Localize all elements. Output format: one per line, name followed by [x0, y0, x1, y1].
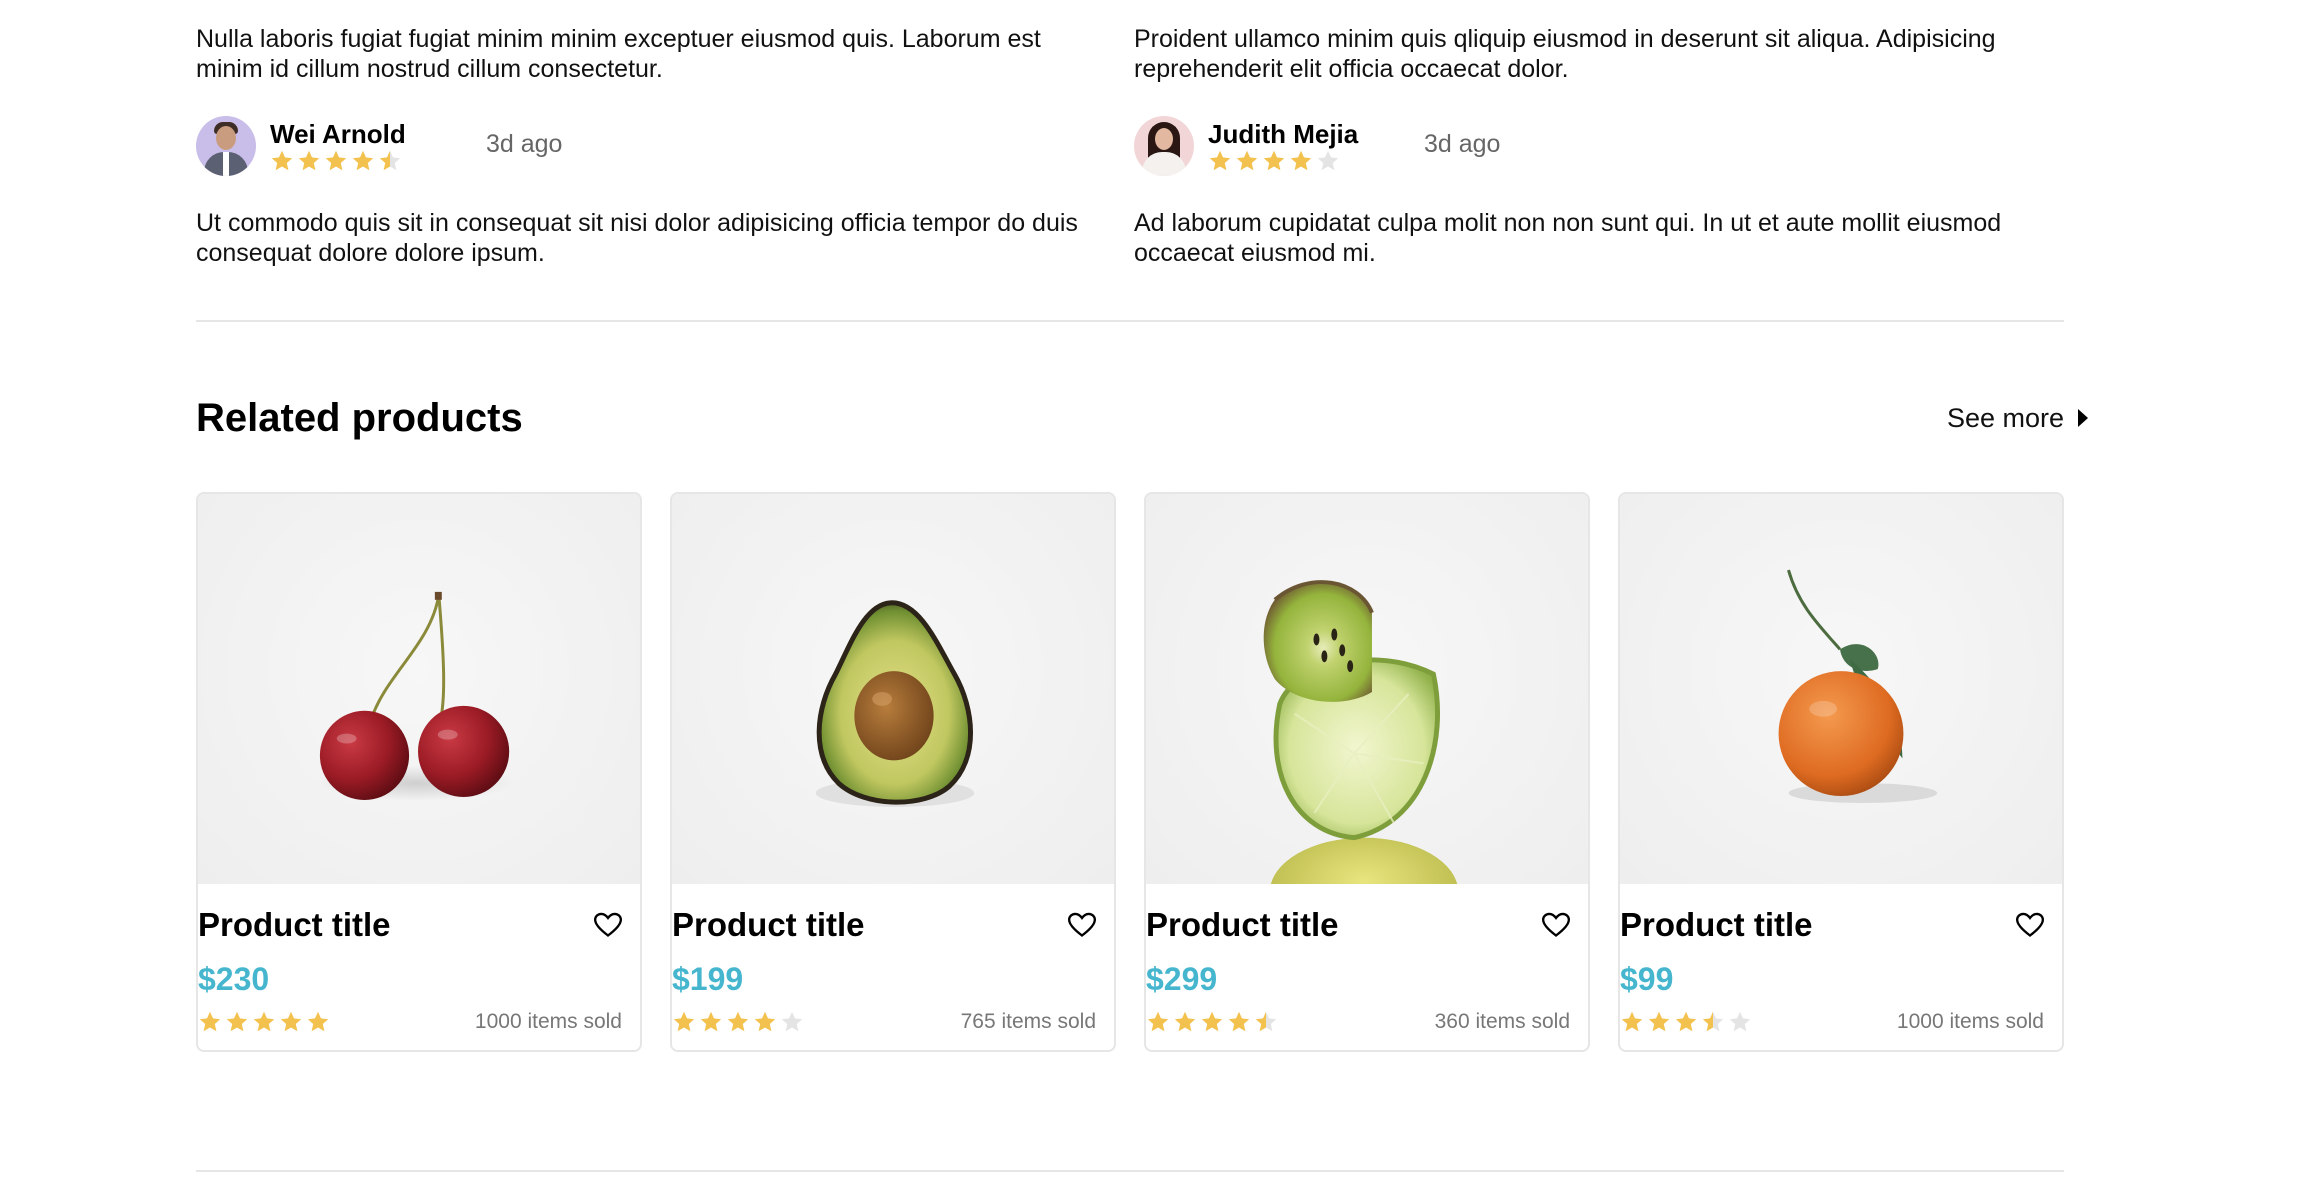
star-icon	[1227, 1010, 1251, 1034]
author-name[interactable]: Wei Arnold	[270, 119, 486, 149]
review-text: Ad laborum cupidatat culpa molit non non…	[1134, 209, 2002, 267]
review-author: Wei Arnold 3d ago	[196, 116, 1082, 176]
star-icon	[378, 149, 402, 173]
star-icon	[1262, 149, 1286, 173]
chevron-right-icon	[2078, 409, 2088, 427]
product-price: $199	[672, 961, 744, 997]
reviews-section: Nulla laboris fugiat fugiat minim minim …	[196, 0, 2108, 268]
author-meta: Judith Mejia	[1208, 119, 1424, 173]
star-icon	[198, 1010, 222, 1034]
star-icon	[1200, 1010, 1224, 1034]
items-sold: 765 items sold	[960, 1010, 1096, 1033]
review-author: Judith Mejia 3d ago	[1134, 116, 2064, 176]
see-more-label: See more	[1946, 402, 2064, 433]
star-icon	[279, 1010, 303, 1034]
product-image-tangerine[interactable]	[1620, 494, 2062, 884]
product-image-kiwi-lime[interactable]	[1146, 494, 1588, 884]
star-icon	[753, 1010, 777, 1034]
review-text: Nulla laboris fugiat fugiat minim minim …	[196, 25, 1041, 83]
divider	[196, 1170, 2064, 1172]
product-price: $299	[1146, 961, 1218, 997]
star-icon	[225, 1010, 249, 1034]
product-image-avocado[interactable]	[672, 494, 1114, 884]
heart-icon[interactable]	[1542, 912, 1570, 938]
rating-stars	[270, 149, 486, 173]
product-card[interactable]: Product title $199 765 items sold	[670, 492, 1116, 1052]
review-text: Ut commodo quis sit in consequat sit nis…	[196, 209, 1078, 267]
product-title[interactable]: Product title	[198, 906, 391, 944]
star-icon	[1674, 1010, 1698, 1034]
product-title[interactable]: Product title	[1620, 906, 1813, 944]
section-title: Related products	[196, 395, 523, 440]
star-icon	[1620, 1010, 1644, 1034]
author-name[interactable]: Judith Mejia	[1208, 119, 1424, 149]
star-icon	[1235, 149, 1259, 173]
product-title[interactable]: Product title	[672, 906, 865, 944]
product-meta: 1000 items sold	[1620, 1010, 2044, 1034]
product-card[interactable]: Product title $99 1000 items sold	[1618, 492, 2064, 1052]
star-icon	[252, 1010, 276, 1034]
items-sold: 1000 items sold	[474, 1010, 622, 1033]
items-sold: 360 items sold	[1434, 1010, 1570, 1033]
star-icon	[1728, 1010, 1752, 1034]
star-icon	[780, 1010, 804, 1034]
star-icon	[1289, 149, 1313, 173]
star-icon	[726, 1010, 750, 1034]
star-icon	[270, 149, 294, 173]
title-row: Product title	[1620, 906, 2044, 944]
product-meta: 1000 items sold	[198, 1010, 622, 1034]
star-icon	[1173, 1010, 1197, 1034]
rating-stars	[1208, 149, 1424, 173]
related-header: Related products See more	[196, 395, 2108, 440]
avatar[interactable]	[196, 116, 256, 176]
product-info: Product title $99 1000 items sold	[1620, 884, 2062, 1034]
star-icon	[1208, 149, 1232, 173]
product-card[interactable]: Product title $230 1000 items sold	[196, 492, 642, 1052]
title-row: Product title	[672, 906, 1096, 944]
product-info: Product title $230 1000 items sold	[198, 884, 640, 1034]
star-icon	[351, 149, 375, 173]
star-icon	[297, 149, 321, 173]
product-meta: 765 items sold	[672, 1010, 1096, 1034]
heart-icon[interactable]	[594, 912, 622, 938]
title-row: Product title	[198, 906, 622, 944]
product-title[interactable]: Product title	[1146, 906, 1339, 944]
author-meta: Wei Arnold	[270, 119, 486, 173]
product-info: Product title $199 765 items sold	[672, 884, 1114, 1034]
heart-icon[interactable]	[2016, 912, 2044, 938]
product-card[interactable]: Product title $299 360 items sold	[1144, 492, 1590, 1052]
see-more-link[interactable]: See more	[1947, 403, 2108, 434]
rating-stars	[672, 1010, 804, 1034]
divider	[196, 320, 2064, 322]
product-meta: 360 items sold	[1146, 1010, 1570, 1034]
review-time: 3d ago	[1424, 130, 1501, 158]
star-icon	[1254, 1010, 1278, 1034]
title-row: Product title	[1146, 906, 1570, 944]
star-icon	[1647, 1010, 1671, 1034]
avatar[interactable]	[1134, 116, 1194, 176]
star-icon	[699, 1010, 723, 1034]
star-icon	[306, 1010, 330, 1034]
star-icon	[1316, 149, 1340, 173]
rating-stars	[1146, 1010, 1278, 1034]
heart-icon[interactable]	[1068, 912, 1096, 938]
review-text: Proident ullamco minim quis qliquip eius…	[1134, 25, 1996, 83]
star-icon	[1701, 1010, 1725, 1034]
review-time: 3d ago	[486, 130, 563, 158]
star-icon	[324, 149, 348, 173]
product-price: $230	[198, 961, 270, 997]
product-info: Product title $299 360 items sold	[1146, 884, 1588, 1034]
rating-stars	[198, 1010, 330, 1034]
product-image-cherries[interactable]	[198, 494, 640, 884]
page: Nulla laboris fugiat fugiat minim minim …	[0, 0, 2304, 1200]
review-column: Nulla laboris fugiat fugiat minim minim …	[196, 24, 1082, 268]
product-price: $99	[1620, 961, 1674, 997]
star-icon	[672, 1010, 696, 1034]
star-icon	[1146, 1010, 1170, 1034]
product-grid: Product title $230 1000 items sold Produ…	[196, 492, 2108, 1052]
items-sold: 1000 items sold	[1896, 1010, 2044, 1033]
rating-stars	[1620, 1010, 1752, 1034]
review-column: Proident ullamco minim quis qliquip eius…	[1134, 24, 2064, 268]
